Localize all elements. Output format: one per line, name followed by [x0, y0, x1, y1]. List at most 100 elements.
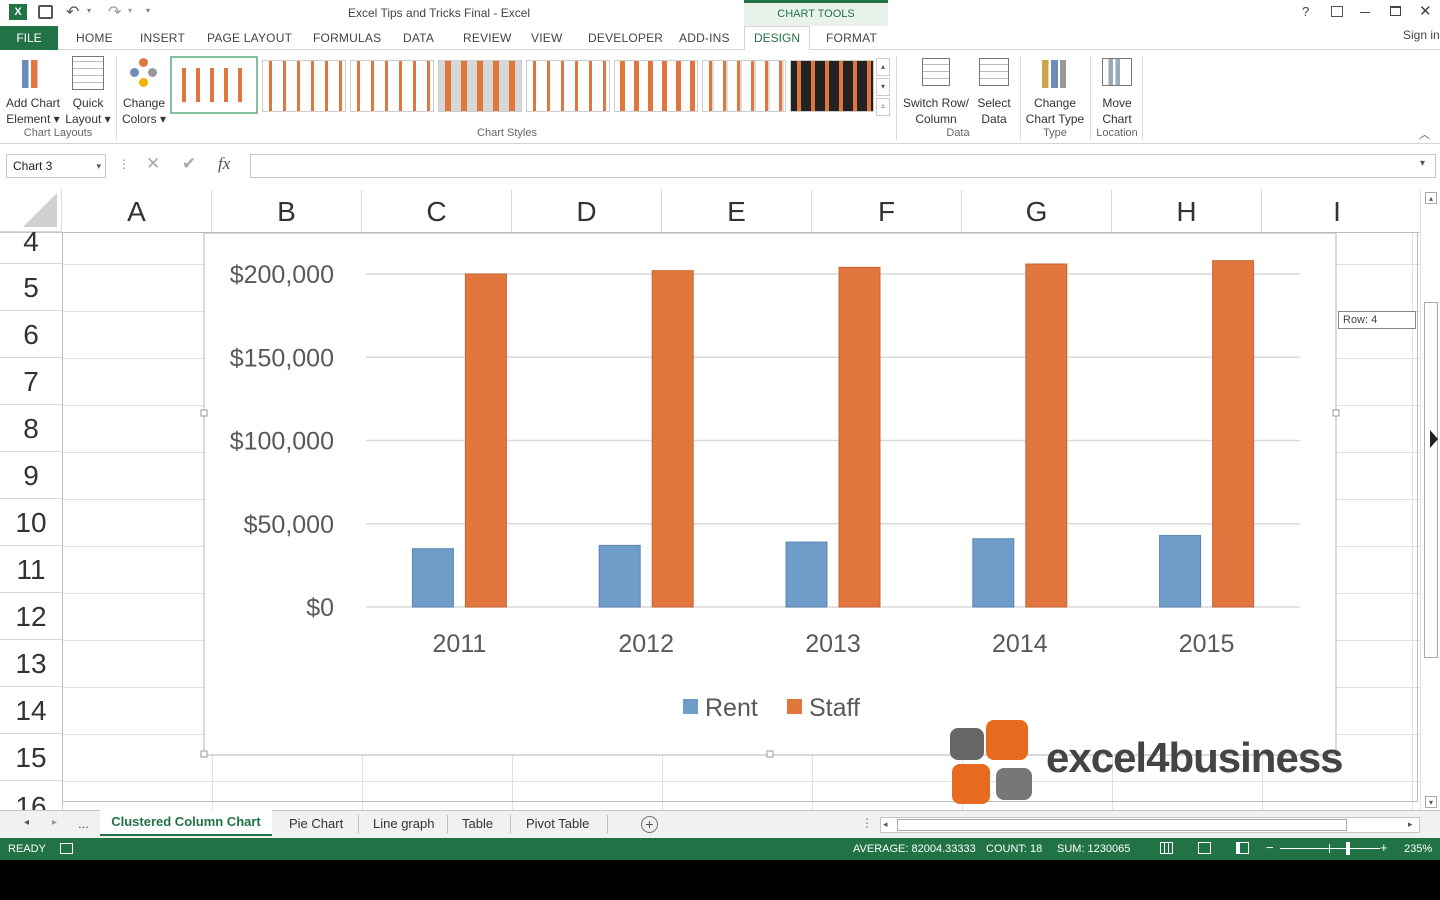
tab-add-ins[interactable]: ADD-INS — [679, 31, 730, 45]
collapse-ribbon-icon[interactable]: ︿ — [1419, 126, 1430, 142]
column-header-b[interactable]: B — [212, 190, 362, 232]
resize-handle[interactable] — [766, 750, 774, 758]
hscroll-left-icon[interactable]: ◂ — [883, 819, 888, 830]
expand-formula-bar-icon[interactable]: ▾ — [1420, 158, 1425, 169]
chart-style-3[interactable] — [350, 60, 434, 112]
tab-insert[interactable]: INSERT — [140, 31, 185, 45]
column-header-d[interactable]: D — [512, 190, 662, 232]
change-chart-type-button[interactable]: Change Chart Type — [1022, 54, 1088, 126]
cancel-icon[interactable]: ✕ — [146, 154, 160, 174]
normal-view-icon[interactable] — [1160, 842, 1173, 854]
customize-qat-icon[interactable]: ▾ — [146, 6, 150, 15]
row-header-7[interactable]: 7 — [0, 358, 62, 405]
page-break-view-icon[interactable] — [1236, 842, 1249, 854]
zoom-slider-thumb[interactable] — [1346, 842, 1350, 855]
row-header-16[interactable]: 16 — [0, 781, 62, 810]
zoom-out-icon[interactable]: − — [1266, 840, 1274, 855]
sheet-tab-pie-chart[interactable]: Pie Chart — [289, 816, 343, 831]
vertical-scrollbar[interactable]: ▴ ▾ — [1420, 190, 1440, 810]
tab-split-grip-icon[interactable]: ⋮ — [861, 816, 873, 830]
help-icon[interactable]: ? — [1302, 4, 1309, 19]
tab-home[interactable]: HOME — [76, 31, 113, 45]
column-header-e[interactable]: E — [662, 190, 812, 232]
tab-developer[interactable]: DEVELOPER — [588, 31, 663, 45]
select-data-button[interactable]: Select Data — [972, 54, 1016, 126]
change-colors-button[interactable]: Change Colors ▾ — [118, 54, 170, 126]
row-header-4[interactable]: 4 — [0, 232, 62, 264]
chart-style-7[interactable] — [702, 60, 786, 112]
ribbon-display-options-icon[interactable] — [1331, 6, 1343, 17]
chart-style-4[interactable] — [438, 60, 522, 112]
restore-icon[interactable] — [1390, 6, 1401, 16]
gallery-scroll-up-icon[interactable]: ▴ — [876, 58, 890, 76]
page-layout-view-icon[interactable] — [1198, 842, 1211, 854]
row-header-6[interactable]: 6 — [0, 311, 62, 358]
sheet-tab-line-graph[interactable]: Line graph — [373, 816, 434, 831]
gallery-more-icon[interactable]: ⩡ — [876, 98, 890, 116]
save-icon[interactable] — [38, 5, 53, 19]
row-header-13[interactable]: 13 — [0, 640, 62, 687]
formula-input[interactable] — [250, 154, 1436, 178]
row-header-15[interactable]: 15 — [0, 734, 62, 781]
tab-data[interactable]: DATA — [403, 31, 434, 45]
scroll-thumb[interactable] — [1424, 302, 1438, 658]
zoom-level[interactable]: 235% — [1404, 843, 1432, 855]
tab-formulas[interactable]: FORMULAS — [313, 31, 381, 45]
gallery-scroll-down-icon[interactable]: ▾ — [876, 78, 890, 96]
select-all-corner[interactable] — [0, 190, 62, 232]
more-sheets-button[interactable]: ... — [78, 816, 89, 831]
minimize-icon[interactable] — [1360, 12, 1370, 13]
scroll-up-icon[interactable]: ▴ — [1425, 192, 1437, 204]
enter-icon[interactable]: ✔ — [182, 154, 196, 174]
resize-handle[interactable] — [200, 409, 208, 417]
column-header-a[interactable]: A — [62, 190, 212, 232]
switch-row-column-button[interactable]: Switch Row/ Column — [900, 54, 972, 126]
move-chart-button[interactable]: Move Chart — [1092, 54, 1142, 126]
row-header-10[interactable]: 10 — [0, 499, 62, 546]
clustered-column-chart[interactable]: $0 $50,000 $100,000 $150,000 $200,000 2011 20… — [200, 230, 1344, 758]
insert-function-icon[interactable]: fx — [218, 154, 230, 174]
column-header-h[interactable]: H — [1112, 190, 1262, 232]
column-header-f[interactable]: F — [812, 190, 962, 232]
chart-style-1[interactable] — [170, 56, 258, 114]
close-icon[interactable]: ✕ — [1419, 2, 1432, 20]
tab-design[interactable]: DESIGN — [744, 26, 810, 51]
hscroll-thumb[interactable] — [897, 819, 1347, 831]
resize-handle[interactable] — [200, 750, 208, 758]
chart-style-6[interactable] — [614, 60, 698, 112]
formula-bar-grip-icon[interactable]: ⋮ — [118, 157, 130, 171]
sheet-tab-pivot-table[interactable]: Pivot Table — [526, 816, 589, 831]
tab-format[interactable]: FORMAT — [826, 31, 877, 45]
row-header-9[interactable]: 9 — [0, 452, 62, 499]
sheet-tab-table[interactable]: Table — [462, 816, 493, 831]
name-box-dropdown-icon[interactable]: ▾ — [96, 155, 101, 177]
tab-view[interactable]: VIEW — [531, 31, 562, 45]
column-header-i[interactable]: I — [1262, 190, 1412, 232]
redo-icon[interactable]: ↷ — [108, 2, 121, 22]
row-header-11[interactable]: 11 — [0, 546, 62, 593]
sheet-tab-clustered-column-chart[interactable]: Clustered Column Chart — [100, 810, 272, 836]
undo-icon[interactable]: ↶ — [66, 2, 79, 22]
add-chart-element-button[interactable]: Add Chart Element ▾ — [2, 54, 64, 126]
name-box[interactable]: Chart 3 ▾ — [6, 154, 106, 178]
column-header-c[interactable]: C — [362, 190, 512, 232]
resize-handle[interactable] — [1332, 409, 1340, 417]
new-sheet-icon[interactable]: + — [641, 816, 658, 833]
prev-sheet-icon[interactable]: ◂ — [24, 817, 29, 828]
next-sheet-icon[interactable]: ▸ — [52, 817, 57, 828]
scroll-down-icon[interactable]: ▾ — [1425, 796, 1437, 808]
chart-style-5[interactable] — [526, 60, 610, 112]
tab-review[interactable]: REVIEW — [463, 31, 512, 45]
column-header-g[interactable]: G — [962, 190, 1112, 232]
chart-style-2[interactable] — [262, 60, 346, 112]
tab-file[interactable]: FILE — [0, 26, 58, 50]
sign-in-link[interactable]: Sign in — [1403, 28, 1440, 42]
row-header-8[interactable]: 8 — [0, 405, 62, 452]
zoom-slider[interactable] — [1280, 848, 1380, 849]
quick-layout-button[interactable]: Quick Layout ▾ — [62, 54, 114, 126]
tab-page-layout[interactable]: PAGE LAYOUT — [207, 31, 292, 45]
row-header-14[interactable]: 14 — [0, 687, 62, 734]
zoom-in-icon[interactable]: + — [1380, 840, 1388, 855]
redo-dropdown-icon[interactable]: ▾ — [128, 6, 132, 15]
horizontal-scrollbar[interactable]: ◂ ▸ — [880, 817, 1420, 833]
